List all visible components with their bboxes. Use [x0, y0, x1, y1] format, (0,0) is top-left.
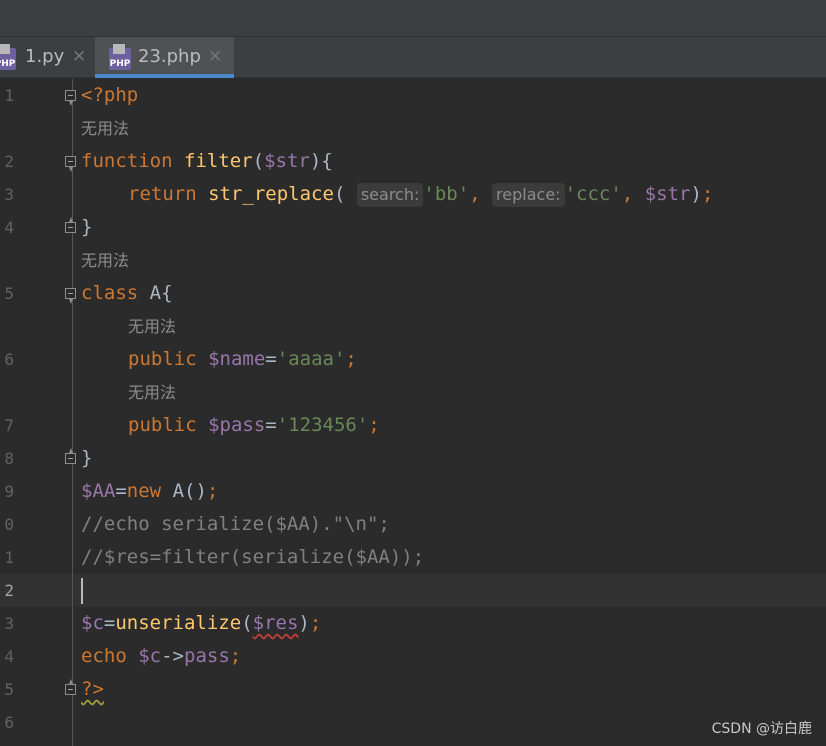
watermark: CSDN @访白鹿 — [711, 721, 812, 737]
line-number: 0 — [4, 515, 14, 534]
fold-icon[interactable] — [65, 156, 76, 172]
python-file-icon: PHP — [0, 44, 16, 70]
code-line: return str_replace( search:'bb', replace… — [128, 183, 714, 207]
php-file-icon: PHP — [109, 44, 131, 70]
code-line: ?> — [81, 678, 104, 700]
code-line: public $pass='123456'; — [128, 414, 380, 436]
fold-icon[interactable] — [65, 90, 76, 106]
usage-hint: 无用法 — [128, 317, 177, 336]
line-number: 4 — [4, 647, 14, 666]
fold-icon[interactable] — [65, 679, 76, 695]
code-line: function filter($str){ — [81, 150, 333, 172]
line-number: 2 — [4, 152, 14, 171]
editor-tab-bar: PHP 1.py × PHP 23.php × — [0, 36, 826, 78]
line-number: 3 — [4, 614, 14, 633]
comment-line: //$res=filter(serialize($AA)); — [81, 546, 425, 568]
code-line: public $name='aaaa'; — [128, 348, 357, 370]
line-number: 6 — [4, 713, 14, 732]
usage-hint: 无用法 — [81, 251, 130, 270]
code-line: } — [81, 216, 93, 238]
tab-1-py[interactable]: PHP 1.py × — [0, 37, 95, 78]
text-caret — [81, 578, 83, 604]
line-number: 7 — [4, 416, 14, 435]
code-editor[interactable]: 1 2 3 4 5 6 7 8 9 0 1 2 3 4 5 6 <?php 无用… — [0, 79, 826, 746]
line-number: 9 — [4, 482, 14, 501]
line-number: 6 — [4, 350, 14, 369]
line-number: 3 — [4, 185, 14, 204]
line-number: 5 — [4, 284, 14, 303]
fold-icon[interactable] — [65, 217, 76, 233]
line-number: 5 — [4, 680, 14, 699]
comment-line: //echo serialize($AA)."\n"; — [81, 513, 390, 535]
tab-label: 23.php — [138, 46, 201, 67]
line-number: 2 — [4, 581, 14, 600]
fold-icon[interactable] — [65, 288, 76, 304]
close-icon[interactable]: × — [72, 46, 86, 66]
code-line: echo $c->pass; — [81, 645, 242, 667]
line-number: 4 — [4, 218, 14, 237]
param-hint-search: search: — [356, 183, 424, 207]
code-line: $c=unserialize($res); — [81, 612, 322, 634]
close-icon[interactable]: × — [208, 46, 222, 66]
current-line-highlight — [0, 574, 826, 607]
line-number: 8 — [4, 449, 14, 468]
usage-hint: 无用法 — [128, 383, 177, 402]
code-line: <?php — [81, 84, 139, 106]
usage-hint: 无用法 — [81, 119, 130, 138]
fold-icon[interactable] — [65, 448, 76, 464]
code-line: } — [81, 447, 93, 469]
line-number: 1 — [4, 86, 14, 105]
tab-label: 1.py — [25, 46, 65, 67]
code-line: $AA=new A(); — [81, 480, 219, 502]
tab-23-php[interactable]: PHP 23.php × — [95, 37, 234, 78]
gutter-separator — [72, 79, 73, 746]
param-hint-replace: replace: — [492, 183, 565, 207]
code-line: class A{ — [81, 282, 173, 304]
window-title-bar — [0, 0, 826, 36]
line-number: 1 — [4, 548, 14, 567]
